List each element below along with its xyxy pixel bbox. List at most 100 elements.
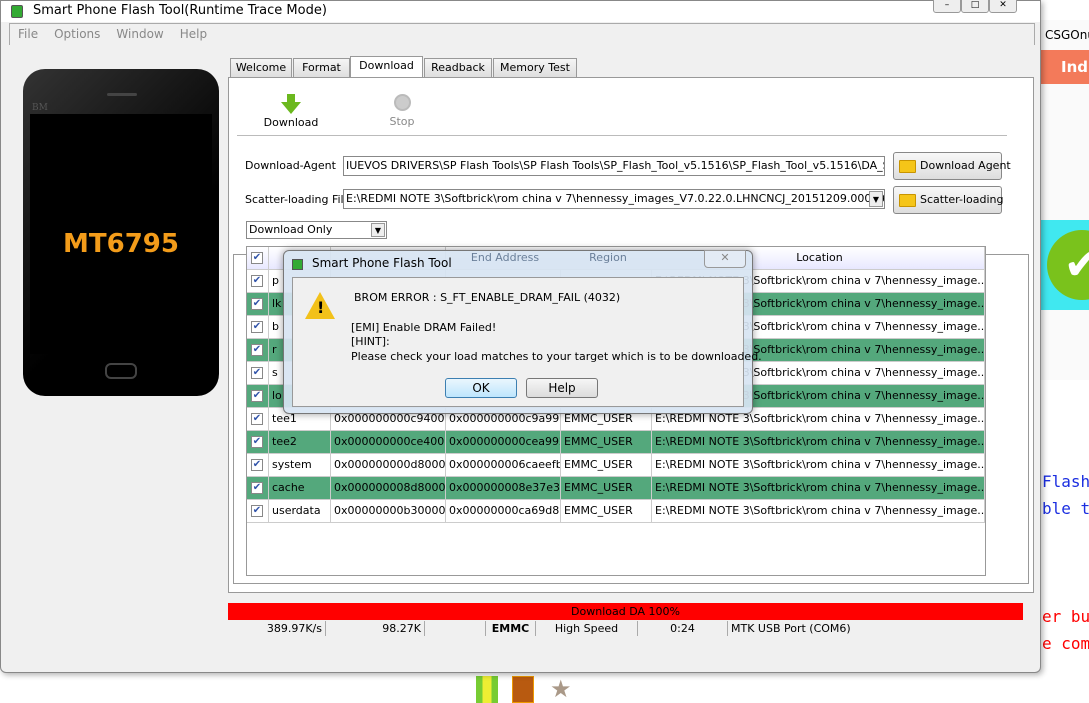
header-end-address: End Address [470, 251, 540, 264]
stop-icon [393, 94, 411, 111]
dialog-close-button[interactable]: ✕ [704, 250, 746, 268]
status-size: 98.27K [326, 621, 425, 636]
progress-bar: Download DA 100% [228, 603, 1023, 620]
star-icon: ★ [550, 675, 572, 703]
menu-bar: File Options Window Help [9, 23, 1035, 45]
status-blank [425, 621, 486, 636]
minimize-button[interactable]: – [933, 0, 961, 13]
success-check-icon: ✔ [1041, 220, 1089, 310]
badge-icon [512, 676, 534, 703]
background-banner: India [1041, 50, 1089, 84]
select-all-checkbox[interactable]: ✔ [251, 252, 263, 264]
background-text: er butt [1042, 607, 1089, 626]
cell-name: cache [269, 477, 331, 500]
app-icon [11, 5, 23, 18]
background-text: e comp [1042, 634, 1089, 653]
menu-help[interactable]: Help [172, 24, 215, 44]
cell-begin: 0x00000000b3000000 [331, 500, 446, 523]
cell-name: system [269, 454, 331, 477]
row-checkbox[interactable]: ✔ [251, 482, 263, 494]
cell-region: EMMC_USER [561, 477, 652, 500]
cell-region: EMMC_USER [561, 500, 652, 523]
table-row[interactable]: ✔ userdata0x00000000b30000000x00000000ca6… [247, 500, 985, 523]
cell-begin: 0x000000000d800000 [331, 454, 446, 477]
download-button[interactable]: Download [259, 94, 323, 129]
row-checkbox[interactable]: ✔ [251, 321, 263, 333]
cell-location: E:\REDMI NOTE 3\Softbrick\rom china v 7\… [652, 454, 985, 477]
status-port: MTK USB Port (COM6) [731, 622, 851, 635]
cell-region: EMMC_USER [561, 454, 652, 477]
dialog-line: [HINT]: [351, 335, 390, 348]
status-time: 0:24 [638, 621, 728, 636]
tab-readback[interactable]: Readback [424, 58, 492, 78]
folder-icon [899, 160, 916, 173]
folder-icon [899, 194, 916, 207]
stop-button[interactable]: Stop [379, 94, 425, 128]
dialog-line: Please check your load matches to your t… [351, 350, 762, 363]
cell-region: EMMC_USER [561, 431, 652, 454]
row-checkbox[interactable]: ✔ [251, 413, 263, 425]
app-icon [292, 259, 303, 270]
cell-location: E:\REDMI NOTE 3\Softbrick\rom china v 7\… [652, 500, 985, 523]
cell-end: 0x00000000ca69d85b [446, 500, 561, 523]
ok-button[interactable]: OK [445, 378, 517, 398]
window-title: Smart Phone Flash Tool(Runtime Trace Mod… [33, 3, 327, 18]
home-button-icon [105, 363, 137, 379]
background-text: ble the [1042, 499, 1089, 518]
menu-file[interactable]: File [10, 24, 46, 44]
cell-location: E:\REDMI NOTE 3\Softbrick\rom china v 7\… [652, 477, 985, 500]
status-mode: High Speed [536, 621, 638, 636]
phone-image: BM MT6795 [23, 69, 219, 396]
table-row[interactable]: ✔ tee2 0x000000000ce40000 0x000000000cea992… [247, 431, 985, 454]
error-dialog: Smart Phone Flash Tool ✕ ! BROM ERROR : … [283, 250, 762, 414]
tab-memory-test[interactable]: Memory Test [493, 58, 577, 78]
download-agent-field[interactable]: IUEVOS DRIVERS\SP Flash Tools\SP Flash T… [343, 156, 885, 176]
help-button[interactable]: Help [526, 378, 598, 398]
download-arrow-icon [281, 102, 301, 114]
phone-brand: BM [32, 103, 48, 113]
cell-end: 0x000000006caeefbf [446, 454, 561, 477]
cell-name: userdata [269, 500, 331, 523]
status-speed: 389.97K/s [228, 621, 326, 636]
header-region: Region [589, 251, 627, 264]
row-checkbox[interactable]: ✔ [251, 390, 263, 402]
close-button[interactable]: ✕ [989, 0, 1017, 13]
tab-format[interactable]: Format [293, 58, 350, 78]
cell-name: tee2 [269, 431, 331, 454]
row-checkbox[interactable]: ✔ [251, 436, 263, 448]
dialog-title: Smart Phone Flash Tool [312, 256, 452, 270]
tab-download[interactable]: Download [350, 56, 423, 78]
download-mode-select[interactable]: Download Only ▼ [246, 221, 387, 239]
scatter-loading-select[interactable]: E:\REDMI NOTE 3\Softbrick\rom china v 7\… [343, 189, 885, 209]
background-text: Flash v [1042, 472, 1089, 491]
scatter-loading-label: Scatter-loading File [245, 193, 351, 206]
row-checkbox[interactable]: ✔ [251, 344, 263, 356]
maximize-button[interactable]: □ [961, 0, 989, 13]
title-bar: Smart Phone Flash Tool(Runtime Trace Mod… [1, 0, 1040, 22]
table-row[interactable]: ✔ cache0x000000008d8000000x000000008e37e3… [247, 477, 985, 500]
chevron-down-icon: ▼ [371, 223, 385, 237]
menu-options[interactable]: Options [46, 24, 108, 44]
cell-end: 0x000000008e37e3b7 [446, 477, 561, 500]
cell-begin: 0x000000008d800000 [331, 477, 446, 500]
row-checkbox[interactable]: ✔ [251, 298, 263, 310]
row-checkbox[interactable]: ✔ [251, 459, 263, 471]
progress-label: Download DA 100% [571, 605, 680, 618]
chevron-down-icon: ▼ [869, 191, 883, 207]
tab-welcome[interactable]: Welcome [230, 58, 292, 78]
cell-begin: 0x000000000ce40000 [331, 431, 446, 454]
row-checkbox[interactable]: ✔ [251, 275, 263, 287]
background-tab-title: CSGOnu [1045, 28, 1089, 42]
scatter-loading-button[interactable]: Scatter-loading [893, 186, 1003, 214]
cell-end: 0x000000000cea992b [446, 431, 561, 454]
download-agent-button[interactable]: Download Agent [893, 152, 1011, 180]
status-storage: EMMC [486, 621, 536, 636]
error-message: BROM ERROR : S_FT_ENABLE_DRAM_FAIL (4032… [354, 291, 621, 304]
warning-icon: ! [305, 292, 335, 319]
menu-window[interactable]: Window [108, 24, 171, 44]
medal-icon [476, 676, 498, 703]
table-row[interactable]: ✔ system0x000000000d8000000x000000006caee… [247, 454, 985, 477]
background-window: CSGOnu India ✔ [1040, 20, 1089, 380]
row-checkbox[interactable]: ✔ [251, 505, 263, 517]
row-checkbox[interactable]: ✔ [251, 367, 263, 379]
